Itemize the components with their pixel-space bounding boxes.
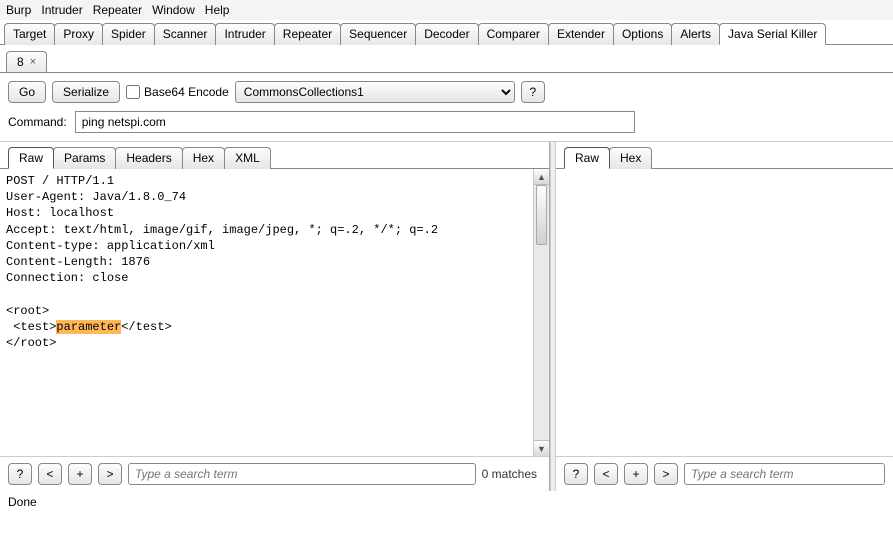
sub-tab-8[interactable]: 8 ×	[6, 51, 47, 72]
tab-intruder[interactable]: Intruder	[215, 23, 274, 45]
tab-extender[interactable]: Extender	[548, 23, 614, 45]
main-tabs: TargetProxySpiderScannerIntruderRepeater…	[0, 20, 893, 45]
response-tabs: RawHex	[556, 142, 893, 169]
request-pane: RawParamsHeadersHexXML POST / HTTP/1.1 U…	[0, 142, 550, 491]
tab-alerts[interactable]: Alerts	[671, 23, 720, 45]
response-pane: RawHex ? < + >	[556, 142, 893, 491]
request-search-row: ? < + > 0 matches	[0, 456, 549, 491]
status-bar: Done	[0, 491, 893, 513]
help-button[interactable]: ?	[521, 81, 545, 103]
payload-select[interactable]: CommonsCollections1	[235, 81, 515, 103]
toolbar: Go Serialize Base64 Encode CommonsCollec…	[0, 73, 893, 107]
request-tab-params[interactable]: Params	[53, 147, 116, 169]
menu-repeater[interactable]: Repeater	[93, 3, 142, 17]
matches-label: 0 matches	[482, 467, 541, 481]
sub-tab-label: 8	[17, 55, 24, 69]
scroll-up-icon[interactable]: ▲	[534, 169, 549, 185]
sub-tabs: 8 ×	[0, 45, 893, 72]
base64-label: Base64 Encode	[144, 85, 229, 99]
go-button[interactable]: Go	[8, 81, 46, 103]
tab-java-serial-killer[interactable]: Java Serial Killer	[719, 23, 826, 45]
search-prev-button[interactable]: <	[38, 463, 62, 485]
scroll-down-icon[interactable]: ▼	[534, 440, 549, 456]
search-help-button-r[interactable]: ?	[564, 463, 588, 485]
menu-help[interactable]: Help	[205, 3, 230, 17]
search-prev-button-r[interactable]: <	[594, 463, 618, 485]
menubar[interactable]: Burp Intruder Repeater Window Help	[0, 0, 893, 20]
request-editor[interactable]: POST / HTTP/1.1 User-Agent: Java/1.8.0_7…	[0, 169, 533, 456]
search-help-button[interactable]: ?	[8, 463, 32, 485]
tab-decoder[interactable]: Decoder	[415, 23, 478, 45]
tab-proxy[interactable]: Proxy	[54, 23, 103, 45]
search-add-button[interactable]: +	[68, 463, 92, 485]
split-pane: RawParamsHeadersHexXML POST / HTTP/1.1 U…	[0, 141, 893, 491]
response-editor[interactable]	[556, 169, 893, 456]
selected-text: parameter	[56, 320, 121, 334]
request-tab-xml[interactable]: XML	[224, 147, 271, 169]
response-search-input[interactable]	[684, 463, 885, 485]
menu-intruder[interactable]: Intruder	[41, 3, 82, 17]
request-tab-raw[interactable]: Raw	[8, 147, 54, 169]
command-row: Command:	[0, 107, 893, 141]
tab-sequencer[interactable]: Sequencer	[340, 23, 416, 45]
close-icon[interactable]: ×	[30, 56, 36, 68]
search-add-button-r[interactable]: +	[624, 463, 648, 485]
base64-encode-checkbox[interactable]: Base64 Encode	[126, 85, 229, 99]
tab-scanner[interactable]: Scanner	[154, 23, 217, 45]
command-label: Command:	[8, 115, 67, 129]
response-tab-raw[interactable]: Raw	[564, 147, 610, 169]
response-tab-hex[interactable]: Hex	[609, 147, 652, 169]
serialize-button[interactable]: Serialize	[52, 81, 120, 103]
request-tab-hex[interactable]: Hex	[182, 147, 225, 169]
menu-burp[interactable]: Burp	[6, 3, 31, 17]
response-search-row: ? < + >	[556, 456, 893, 491]
tab-target[interactable]: Target	[4, 23, 55, 45]
scrollbar[interactable]: ▲ ▼	[533, 169, 549, 456]
tab-spider[interactable]: Spider	[102, 23, 155, 45]
menu-window[interactable]: Window	[152, 3, 195, 17]
request-search-input[interactable]	[128, 463, 476, 485]
tab-repeater[interactable]: Repeater	[274, 23, 341, 45]
search-next-button[interactable]: >	[98, 463, 122, 485]
request-tabs: RawParamsHeadersHexXML	[0, 142, 549, 169]
tab-comparer[interactable]: Comparer	[478, 23, 549, 45]
tab-options[interactable]: Options	[613, 23, 672, 45]
request-tab-headers[interactable]: Headers	[115, 147, 182, 169]
scroll-thumb[interactable]	[536, 185, 547, 245]
command-input[interactable]	[75, 111, 635, 133]
base64-checkbox-input[interactable]	[126, 85, 140, 99]
search-next-button-r[interactable]: >	[654, 463, 678, 485]
